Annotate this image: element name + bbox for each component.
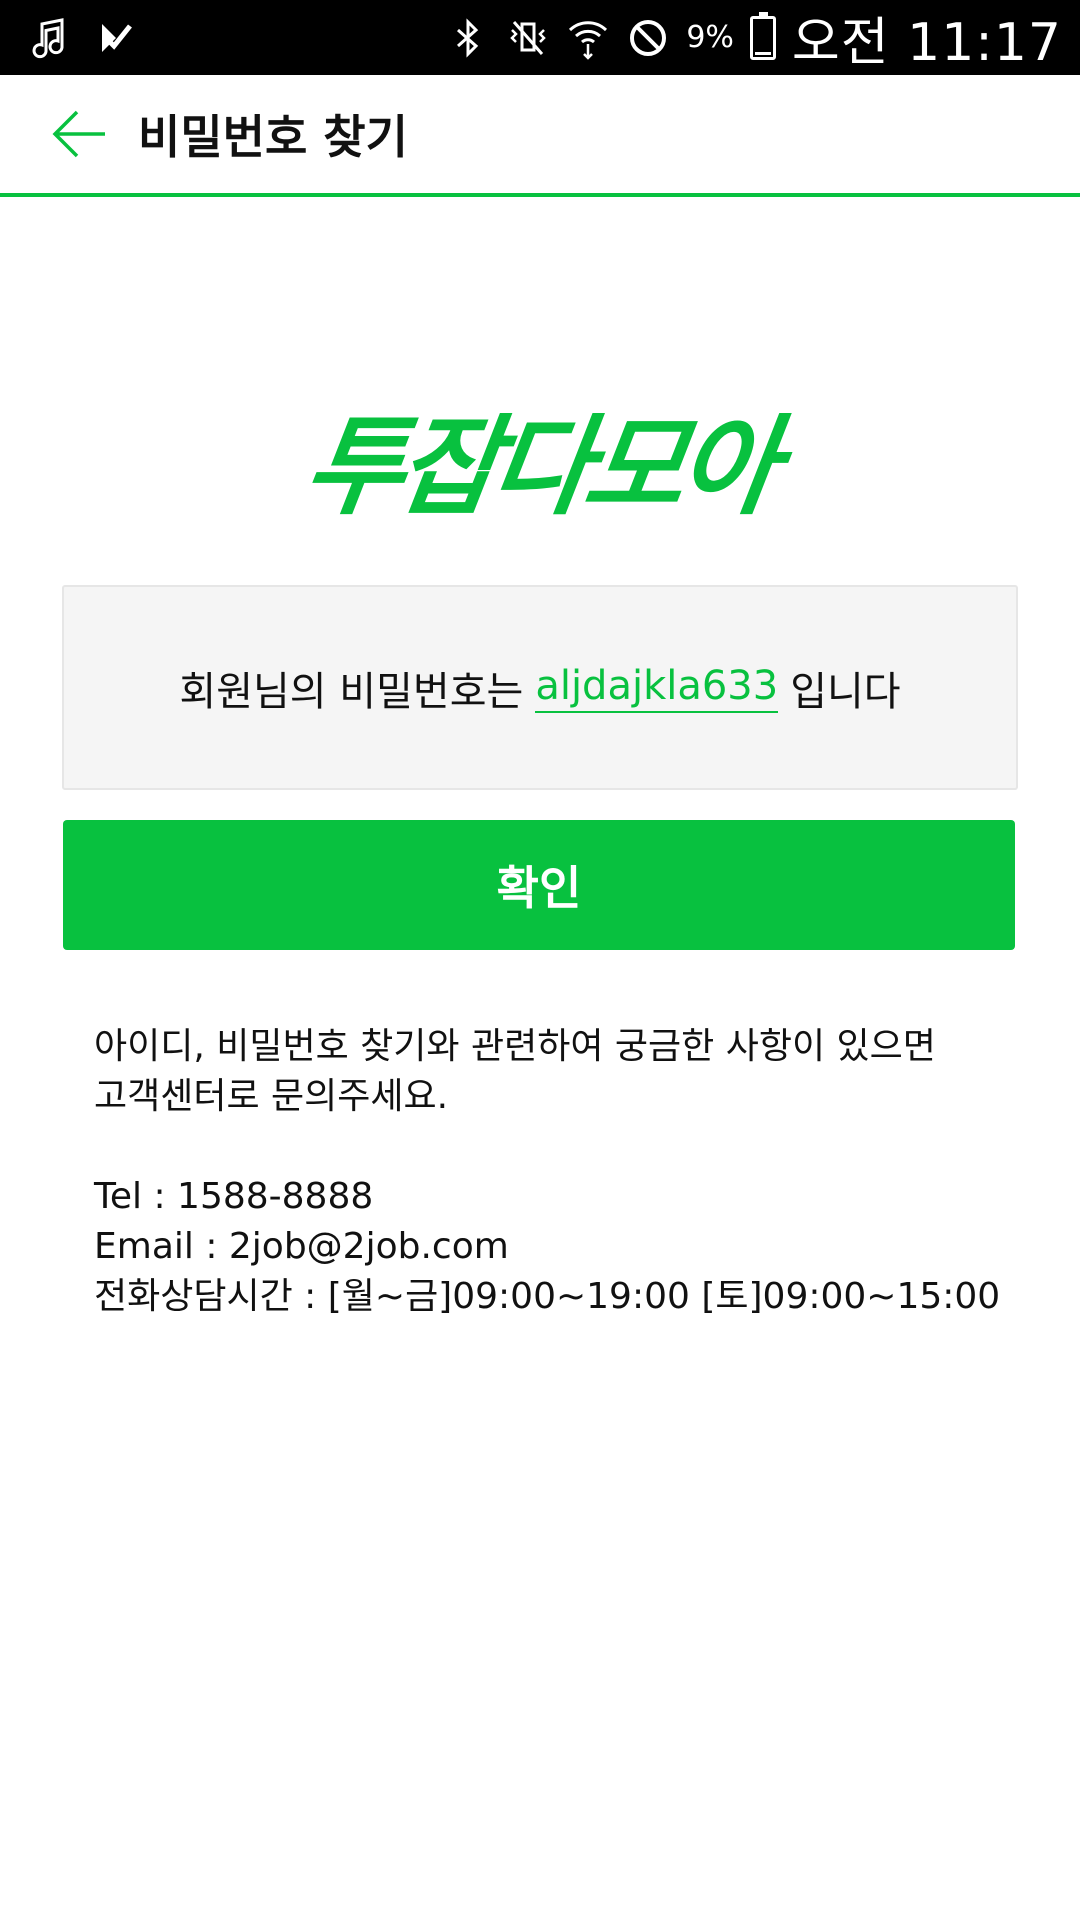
result-suffix: 입니다 — [790, 668, 901, 715]
password-value: aljdajkla633 — [535, 663, 779, 713]
back-arrow-icon — [52, 110, 105, 158]
help-line-1: 아이디, 비밀번호 찾기와 관련하여 궁금한 사항이 있으면 — [94, 1026, 936, 1067]
page-title: 비밀번호 찾기 — [138, 110, 408, 164]
wifi-icon — [566, 16, 610, 60]
logo-wrap: 투잡다모아 — [0, 380, 1080, 536]
help-text: 아이디, 비밀번호 찾기와 관련하여 궁금한 사항이 있으면 고객센터로 문의주… — [94, 1022, 1014, 1322]
status-right: 9% 오전 11:17 — [446, 0, 1062, 75]
help-line-2: 고객센터로 문의주세요. — [94, 1076, 449, 1117]
status-left — [28, 16, 138, 60]
battery-percent: 9% — [686, 20, 734, 55]
bluetooth-icon — [446, 16, 490, 60]
vibrate-mute-icon — [506, 16, 550, 60]
contact-email: Email : 2job@2job.com — [94, 1226, 509, 1267]
result-prefix: 회원님의 비밀번호는 — [179, 668, 524, 715]
contact-tel: Tel : 1588-8888 — [94, 1176, 374, 1217]
confirm-button[interactable]: 확인 — [63, 820, 1015, 950]
app-bar: 비밀번호 찾기 — [0, 75, 1080, 197]
do-not-disturb-icon — [626, 16, 670, 60]
status-bar: 9% 오전 11:17 — [0, 0, 1080, 75]
brand-logo: 투잡다모아 — [296, 405, 781, 530]
clock: 오전 11:17 — [791, 13, 1062, 73]
contact-info: Tel : 1588-8888 Email : 2job@2job.com 전화… — [94, 1172, 1014, 1322]
contact-hours: 전화상담시간 : [월~금]09:00~19:00 [토]09:00~15:00 — [94, 1276, 1001, 1317]
back-button[interactable] — [44, 99, 114, 169]
music-note-icon — [28, 16, 72, 60]
battery-icon — [749, 11, 776, 60]
password-result-box: 회원님의 비밀번호는 aljdajkla633 입니다 — [62, 585, 1018, 790]
task-check-icon — [94, 16, 138, 60]
